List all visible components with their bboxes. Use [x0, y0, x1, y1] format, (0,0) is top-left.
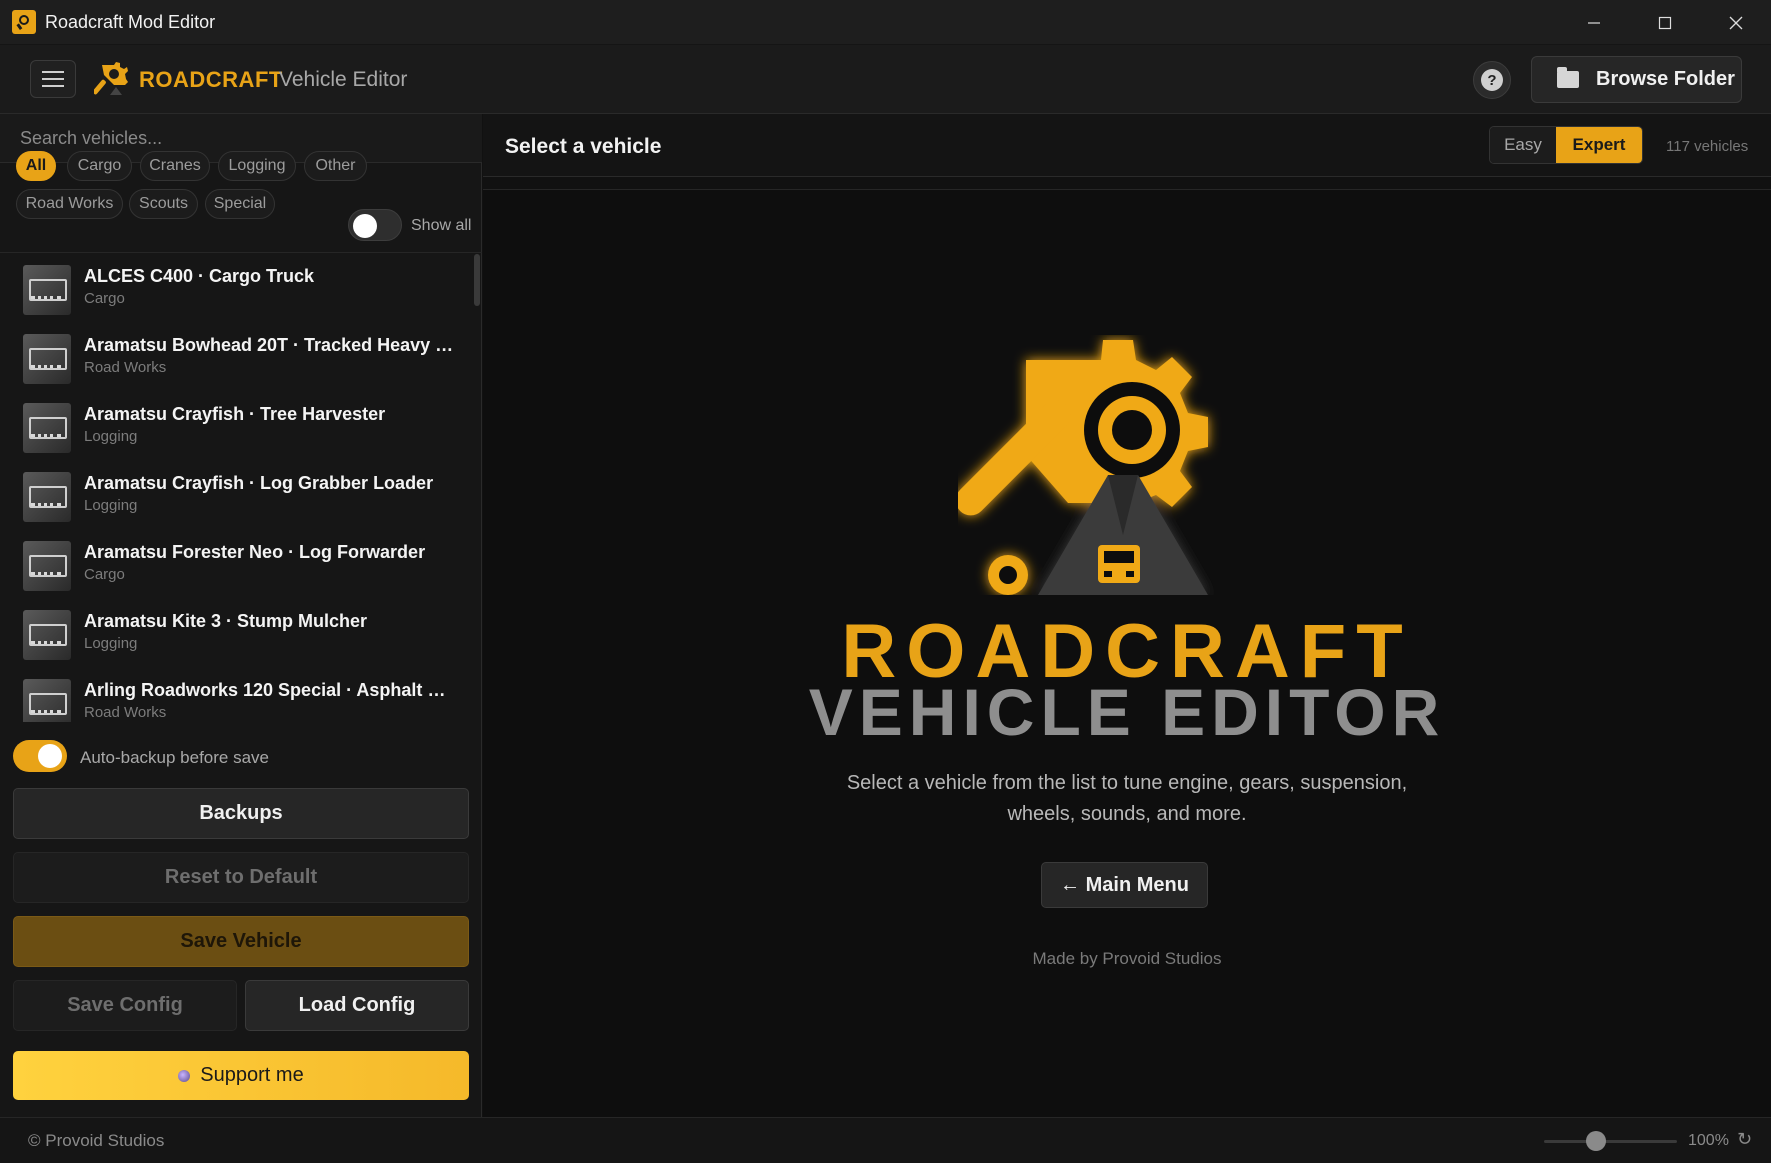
auto-backup-toggle[interactable]	[13, 740, 67, 772]
support-icon	[178, 1069, 191, 1082]
vehicle-list-scrollbar[interactable]	[474, 254, 480, 306]
mode-expert-button[interactable]: Expert	[1556, 127, 1642, 163]
folder-icon	[1557, 67, 1579, 88]
vehicle-thumbnail	[23, 541, 71, 591]
copyright-text: © Provoid Studios	[28, 1131, 165, 1150]
minimize-button[interactable]	[1558, 0, 1629, 45]
brand-subtitle: Vehicle Editor	[279, 68, 408, 91]
filter-chip-road-works[interactable]: Road Works	[16, 189, 123, 219]
vehicle-name: Aramatsu Crayfish · Log Grabber Loader	[84, 473, 434, 493]
vehicle-thumbnail	[23, 610, 71, 660]
roadcraft-logo-icon	[958, 340, 1208, 595]
welcome-panel: ROADCRAFT VEHICLE EDITOR Select a vehicl…	[483, 190, 1771, 1117]
load-config-button[interactable]: Load Config	[245, 980, 469, 1031]
vehicle-name: Aramatsu Kite 3 · Stump Mulcher	[84, 611, 368, 631]
zoom-slider-handle[interactable]	[1586, 1131, 1606, 1151]
vehicle-name: Aramatsu Forester Neo · Log Forwarder	[84, 542, 426, 562]
help-button[interactable]: ?	[1473, 61, 1511, 99]
filter-chip-scouts[interactable]: Scouts	[129, 189, 198, 219]
vehicle-category: Logging	[84, 497, 138, 514]
vehicle-thumbnail	[23, 334, 71, 384]
filter-chip-all[interactable]: All	[16, 151, 56, 181]
vehicle-name: Aramatsu Crayfish · Tree Harvester	[84, 404, 386, 424]
browse-folder-label: Browse Folder	[1596, 68, 1735, 90]
vehicle-category: Logging	[84, 428, 138, 445]
vehicle-list-item[interactable]: Aramatsu Bowhead 20T · Tracked Heavy Du.…	[0, 322, 470, 391]
minimize-icon	[1587, 21, 1600, 24]
app-header: ROADCRAFT Vehicle Editor ? Browse Folder	[0, 45, 1771, 114]
save-vehicle-button[interactable]: Save Vehicle	[13, 916, 469, 967]
question-icon: ?	[1481, 69, 1503, 91]
refresh-icon[interactable]: ↻	[1737, 1129, 1752, 1150]
zoom-value: 100%	[1688, 1132, 1729, 1149]
vehicle-list-item[interactable]: Aramatsu Crayfish · Log Grabber Loader L…	[0, 460, 470, 529]
vehicle-list-item[interactable]: Aramatsu Forester Neo · Log Forwarder Ca…	[0, 529, 470, 598]
menu-button[interactable]	[30, 60, 76, 98]
vehicle-category: Cargo	[84, 566, 125, 583]
vehicle-count: 117 vehicles	[1666, 138, 1749, 155]
mode-switch: Easy Expert	[1489, 126, 1643, 164]
window-titlebar: Roadcraft Mod Editor	[0, 0, 1771, 45]
filter-chip-cargo[interactable]: Cargo	[67, 151, 132, 181]
browse-folder-button[interactable]: Browse Folder	[1531, 56, 1742, 103]
brand-logo-icon	[94, 62, 128, 95]
toggle-knob	[353, 214, 377, 238]
vehicle-name: Aramatsu Bowhead 20T · Tracked Heavy Du.…	[84, 335, 454, 355]
support-me-button[interactable]: Support me	[13, 1051, 469, 1100]
main-menu-button[interactable]: ← Main Menu	[1041, 862, 1208, 908]
vehicle-category: Logging	[84, 635, 138, 652]
show-all-toggle[interactable]	[348, 209, 402, 241]
vehicle-thumbnail	[23, 265, 71, 315]
vehicle-list: ALCES C400 · Cargo Truck Cargo Aramatsu …	[0, 252, 482, 722]
page-title: Select a vehicle	[505, 135, 662, 158]
sidebar: All Cargo Cranes Logging Other Road Work…	[0, 114, 482, 1117]
hamburger-icon	[42, 71, 64, 87]
made-by-text: Made by Provoid Studios	[1032, 949, 1222, 968]
vehicle-list-item[interactable]: Arling Roadworks 120 Special · Asphalt P…	[0, 667, 470, 722]
show-all-label: Show all	[411, 217, 472, 234]
vehicle-name: ALCES C400 · Cargo Truck	[84, 266, 315, 286]
vehicle-category: Cargo	[84, 290, 125, 307]
zoom-slider[interactable]	[1544, 1140, 1677, 1143]
vehicle-list-item[interactable]: ALCES C400 · Cargo Truck Cargo	[0, 253, 470, 322]
filter-chip-logging[interactable]: Logging	[218, 151, 296, 181]
status-bar: © Provoid Studios 100% ↻	[0, 1117, 1771, 1163]
mode-easy-button[interactable]: Easy	[1490, 127, 1556, 163]
close-window-button[interactable]	[1700, 0, 1771, 45]
auto-backup-label: Auto-backup before save	[80, 748, 270, 767]
filter-chip-other[interactable]: Other	[304, 151, 367, 181]
vehicle-category: Road Works	[84, 359, 167, 376]
vehicle-name: Arling Roadworks 120 Special · Asphalt P…	[84, 680, 454, 700]
maximize-icon	[1658, 16, 1671, 29]
vehicle-thumbnail	[23, 472, 71, 522]
reset-to-default-button[interactable]: Reset to Default	[13, 852, 469, 903]
save-config-button[interactable]: Save Config	[13, 980, 237, 1031]
backups-button[interactable]: Backups	[13, 788, 469, 839]
filter-chip-special[interactable]: Special	[205, 189, 275, 219]
window-title: Roadcraft Mod Editor	[45, 11, 216, 32]
vehicle-thumbnail	[23, 403, 71, 453]
vehicle-category: Road Works	[84, 704, 167, 721]
hero-description: Select a vehicle from the list to tune e…	[846, 772, 1408, 825]
support-me-label: Support me	[200, 1064, 304, 1086]
brand-name: ROADCRAFT	[139, 67, 283, 92]
vehicle-list-item[interactable]: Aramatsu Crayfish · Tree Harvester Loggi…	[0, 391, 470, 460]
vehicle-list-item[interactable]: Aramatsu Kite 3 · Stump Mulcher Logging	[0, 598, 470, 667]
toggle-knob	[38, 744, 62, 768]
app-icon	[12, 10, 36, 34]
main-header: Select a vehicle Easy Expert 117 vehicle…	[483, 114, 1771, 177]
filter-chip-cranes[interactable]: Cranes	[140, 151, 210, 181]
close-icon	[1729, 16, 1742, 29]
vehicle-thumbnail	[23, 679, 71, 722]
maximize-button[interactable]	[1629, 0, 1700, 45]
hero-subtitle: VEHICLE EDITOR	[808, 675, 1446, 749]
